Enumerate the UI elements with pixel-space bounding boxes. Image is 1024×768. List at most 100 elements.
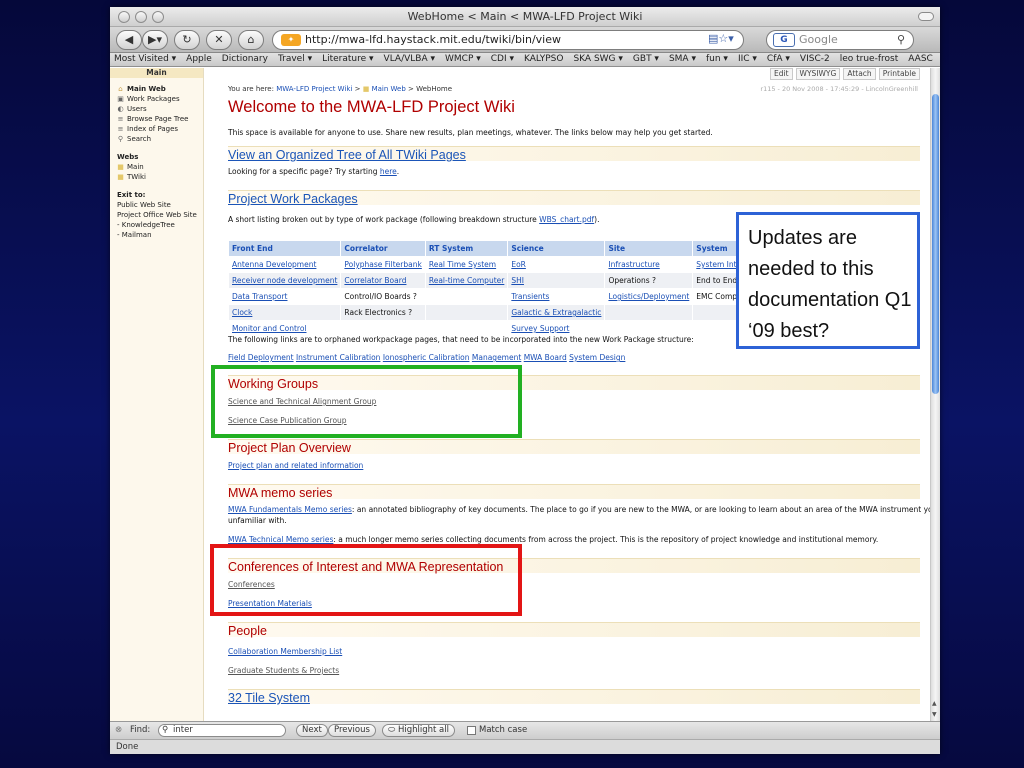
work-package-link[interactable]: Correlator Board xyxy=(344,276,406,285)
bookmark-item[interactable]: Literature ▾ xyxy=(322,54,373,64)
breadcrumb-wiki-link[interactable]: MWA-LFD Project Wiki xyxy=(276,85,352,93)
work-package-link[interactable]: EoR xyxy=(511,260,526,269)
breadcrumb-mainweb-link[interactable]: Main Web xyxy=(372,85,406,93)
bookmark-item[interactable]: AASC xyxy=(908,54,933,64)
bookmark-item[interactable]: VLA/VLBA ▾ xyxy=(384,54,435,64)
bookmark-item[interactable]: Travel ▾ xyxy=(278,54,312,64)
bookmark-item[interactable]: IIC ▾ xyxy=(738,54,757,64)
rss-bookmark-star-icon[interactable]: ▤☆▾ xyxy=(708,30,734,48)
bookmark-item[interactable]: CDI ▾ xyxy=(491,54,514,64)
table-row: Receiver node development Correlator Boar… xyxy=(227,272,772,289)
technical-memo-link[interactable]: MWA Technical Memo series xyxy=(228,535,333,544)
orphan-workpackage-link[interactable]: System Design xyxy=(569,353,625,362)
topic-wysiwyg-button[interactable]: WYSIWYG xyxy=(795,68,841,80)
work-package-text: Control/IO Boards ? xyxy=(344,292,417,301)
exit-link[interactable]: Project Office Web Site xyxy=(110,210,203,220)
sidebar-item[interactable]: ≡ Browse Page Tree xyxy=(110,114,203,124)
find-previous-button[interactable]: Previous xyxy=(328,724,376,737)
reload-icon: ↻ xyxy=(182,33,192,46)
scroll-down-arrow-icon[interactable]: ▼ xyxy=(932,711,937,718)
wbs-chart-link[interactable]: WBS_chart.pdf xyxy=(539,215,594,224)
work-package-link[interactable]: Logistics/Deployment xyxy=(608,292,689,301)
bookmark-item[interactable]: SMA ▾ xyxy=(669,54,696,64)
orphan-workpackage-link[interactable]: Management xyxy=(472,353,521,362)
bookmarks-toolbar: Most Visited ▾ Apple Dictionary Travel ▾ Lit… xyxy=(110,53,940,67)
bookmark-item[interactable]: leo true-frost xyxy=(840,54,899,64)
url-input[interactable]: ✦ http://mwa-lfd.haystack.mit.edu/twiki/… xyxy=(272,30,744,50)
work-package-link[interactable]: Real Time System xyxy=(429,260,496,269)
topic-edit-button[interactable]: Edit xyxy=(770,68,793,80)
forward-button[interactable]: ▶▾ xyxy=(142,30,168,50)
bookmark-item[interactable]: Most Visited ▾ xyxy=(114,54,176,64)
membership-list-link[interactable]: Collaboration Membership List xyxy=(228,646,342,657)
bookmark-item[interactable]: WMCP ▾ xyxy=(445,54,481,64)
bookmark-item[interactable]: KALYPSO xyxy=(524,54,563,64)
find-input[interactable]: ⚲ inter xyxy=(158,724,286,737)
webs-heading: Webs xyxy=(117,153,139,161)
back-button[interactable]: ◀ xyxy=(116,30,142,50)
search-engine-icon[interactable]: G xyxy=(773,33,795,47)
sidebar-item[interactable]: ⌂ Main Web xyxy=(110,84,203,94)
orphan-workpackage-link[interactable]: Ionospheric Calibration xyxy=(383,353,470,362)
magnifier-icon[interactable]: ⚲ xyxy=(897,31,905,49)
organized-tree-heading-link[interactable]: View an Organized Tree of All TWiki Page… xyxy=(228,147,466,163)
scroll-up-arrow-icon[interactable]: ▲ xyxy=(932,700,937,707)
work-package-link[interactable]: Real-time Computer xyxy=(429,276,505,285)
topic-printable-button[interactable]: Printable xyxy=(878,68,920,80)
annotation-text: Updates are needed to this documentation… xyxy=(748,227,912,342)
topic-attach-button[interactable]: Attach xyxy=(843,68,876,80)
work-package-link[interactable]: Data Transport xyxy=(232,292,288,301)
bookmark-item[interactable]: fun ▾ xyxy=(706,54,728,64)
home-button[interactable]: ⌂ xyxy=(238,30,264,50)
exit-link[interactable]: Public Web Site xyxy=(110,200,203,210)
toolbar-toggle-button[interactable] xyxy=(918,12,934,21)
here-link[interactable]: here xyxy=(380,167,397,176)
find-next-button[interactable]: Next xyxy=(296,724,328,737)
graduate-students-link[interactable]: Graduate Students & Projects xyxy=(228,665,339,676)
vertical-scrollbar[interactable]: ▲ ▼ xyxy=(930,68,940,721)
fundamentals-memo-text-2: unfamiliar with. xyxy=(228,516,287,525)
reload-button[interactable]: ↻ xyxy=(174,30,200,50)
bookmark-item[interactable]: GBT ▾ xyxy=(633,54,659,64)
sidebar-item[interactable]: ⚲ Search xyxy=(110,134,203,144)
work-package-link[interactable]: SHI xyxy=(511,276,524,285)
work-package-link[interactable]: Antenna Development xyxy=(232,260,316,269)
highlight-all-button[interactable]: ⬭ Highlight all xyxy=(382,724,455,737)
bookmark-item[interactable]: SKA SWG ▾ xyxy=(573,54,622,64)
work-package-link[interactable]: Clock xyxy=(232,308,252,317)
fundamentals-memo-link[interactable]: MWA Fundamentals Memo series xyxy=(228,505,352,514)
bookmark-item[interactable]: Apple xyxy=(186,54,212,64)
work-package-link[interactable]: Infrastructure xyxy=(608,260,659,269)
work-package-link[interactable]: Receiver node development xyxy=(232,276,337,285)
sidebar-header: Main xyxy=(110,68,203,78)
work-packages-heading-link[interactable]: Project Work Packages xyxy=(228,191,358,207)
exit-link[interactable]: - Mailman xyxy=(110,230,203,240)
work-package-link[interactable]: Survey Support xyxy=(511,324,569,333)
bookmark-item[interactable]: Dictionary xyxy=(222,54,268,64)
work-package-link[interactable]: Galactic & Extragalactic xyxy=(511,308,601,317)
tile-system-heading-link[interactable]: 32 Tile System xyxy=(228,690,310,706)
work-packages-suffix: ). xyxy=(594,215,600,224)
stop-button[interactable]: ✕ xyxy=(206,30,232,50)
work-package-table: Front End Correlator RT System Science Site S… xyxy=(227,240,772,337)
bookmark-item[interactable]: CfA ▾ xyxy=(767,54,790,64)
close-find-icon[interactable]: ⊗ xyxy=(115,722,122,739)
bookmark-item[interactable]: VISC-2 xyxy=(800,54,830,64)
orphan-workpackage-link[interactable]: Field Deployment xyxy=(228,353,294,362)
sidebar-item[interactable]: ◐ Users xyxy=(110,104,203,114)
scrollbar-thumb[interactable] xyxy=(932,94,939,394)
table-cell xyxy=(424,304,509,321)
orphan-workpackage-link[interactable]: MWA Board xyxy=(524,353,567,362)
work-package-link[interactable]: Monitor and Control xyxy=(232,324,307,333)
match-case-checkbox[interactable] xyxy=(467,726,476,735)
web-item[interactable]: ■ Main xyxy=(110,162,203,172)
project-plan-link[interactable]: Project plan and related information xyxy=(228,460,363,471)
sidebar-item[interactable]: ≡ Index of Pages xyxy=(110,124,203,134)
work-package-link[interactable]: Polyphase Filterbank xyxy=(344,260,421,269)
web-item[interactable]: ■ TWiki xyxy=(110,172,203,182)
orphan-workpackage-link[interactable]: Instrument Calibration xyxy=(296,353,380,362)
sidebar-item[interactable]: ▣ Work Packages xyxy=(110,94,203,104)
work-package-link[interactable]: Transients xyxy=(511,292,549,301)
exit-link[interactable]: - KnowledgeTree xyxy=(110,220,203,230)
search-input[interactable]: G Google ⚲ xyxy=(766,30,914,50)
